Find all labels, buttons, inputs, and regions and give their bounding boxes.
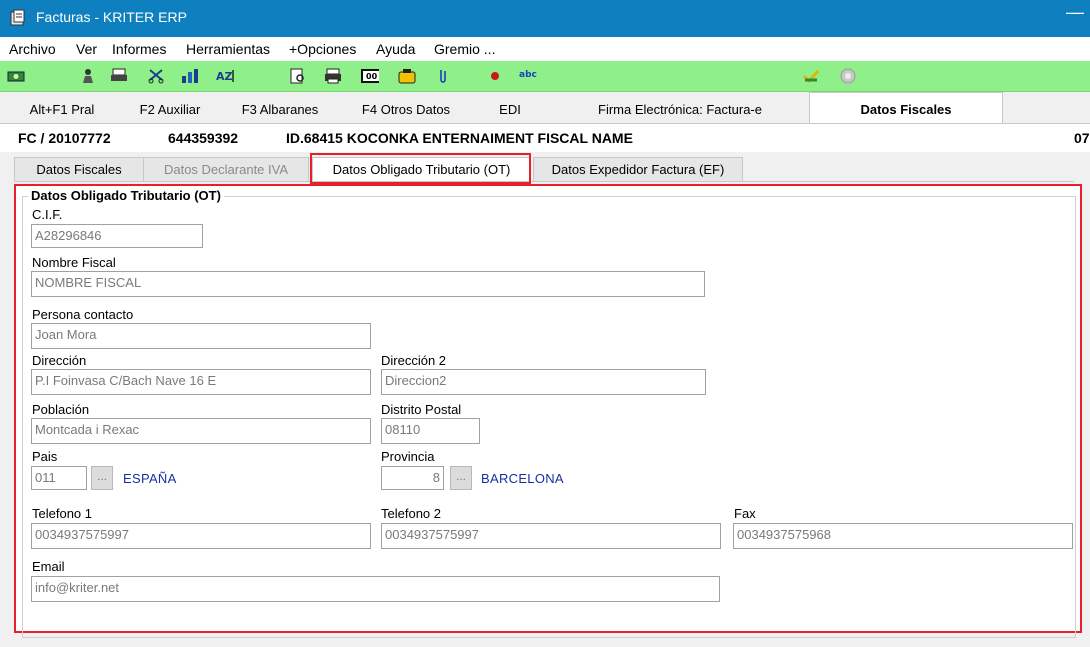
- user-icon[interactable]: [79, 67, 97, 85]
- sort-icon[interactable]: AZ: [216, 67, 234, 85]
- persona-contacto-field[interactable]: Joan Mora: [31, 323, 371, 349]
- pais-lookup-button[interactable]: ...: [91, 466, 113, 490]
- nombre-fiscal-label: Nombre Fiscal: [32, 255, 116, 270]
- preview-icon[interactable]: [289, 67, 307, 85]
- menu-ver[interactable]: Ver: [76, 41, 97, 57]
- email-field[interactable]: info@kriter.net: [31, 576, 720, 602]
- record-number: 644359392: [168, 130, 239, 146]
- subtab-divider: [14, 181, 1074, 182]
- distrito-postal-label: Distrito Postal: [381, 402, 462, 417]
- main-tabs: Alt+F1 Pral F2 Auxiliar F3 Albaranes F4 …: [0, 92, 1090, 124]
- tab-auxiliar[interactable]: F2 Auxiliar: [120, 95, 220, 122]
- telefono1-field[interactable]: 0034937575997: [31, 523, 371, 549]
- group-box: [22, 196, 1076, 638]
- provincia-code-field[interactable]: 8: [381, 466, 444, 490]
- menu-herramientas[interactable]: Herramientas: [186, 41, 270, 57]
- telefono2-field[interactable]: 0034937575997: [381, 523, 721, 549]
- subtab-datos-fiscales[interactable]: Datos Fiscales: [14, 157, 144, 182]
- svg-text:AZ: AZ: [216, 70, 233, 83]
- counter-icon[interactable]: 00: [361, 67, 379, 85]
- money-icon[interactable]: [7, 67, 25, 85]
- tab-otros-datos[interactable]: F4 Otros Datos: [350, 95, 462, 122]
- poblacion-field[interactable]: Montcada i Rexac: [31, 418, 371, 444]
- cif-label: C.I.F.: [32, 207, 63, 222]
- chart-icon[interactable]: [181, 67, 199, 85]
- provincia-lookup-button[interactable]: ...: [450, 466, 472, 490]
- record-icon[interactable]: [486, 67, 504, 85]
- subtab-declarante-iva[interactable]: Datos Declarante IVA: [143, 157, 309, 182]
- printer-icon[interactable]: [324, 67, 342, 85]
- menu-opciones[interactable]: +Opciones: [289, 41, 356, 57]
- tab-datos-fiscales[interactable]: Datos Fiscales: [809, 92, 1003, 123]
- pais-name: ESPAÑA: [123, 471, 177, 486]
- print-icon[interactable]: [110, 67, 128, 85]
- window-title: Facturas - KRITER ERP: [36, 9, 187, 25]
- record-header: FC / 20107772 644359392 ID.68415 KOCONKA…: [0, 124, 1090, 152]
- persona-contacto-label: Persona contacto: [32, 307, 134, 322]
- poblacion-label: Población: [32, 402, 90, 417]
- svg-text:abc: abc: [519, 70, 537, 80]
- approve-icon[interactable]: [802, 67, 820, 85]
- distrito-postal-field[interactable]: 08110: [381, 418, 480, 444]
- document-number: FC / 20107772: [18, 130, 111, 146]
- direccion-label: Dirección: [32, 353, 87, 368]
- menu-ayuda[interactable]: Ayuda: [376, 41, 415, 57]
- minimize-icon[interactable]: —: [1066, 2, 1084, 23]
- email-label: Email: [32, 559, 65, 574]
- spellcheck-icon[interactable]: abc: [518, 67, 544, 85]
- group-title: Datos Obligado Tributario (OT): [28, 188, 224, 203]
- subtab-expedidor-factura[interactable]: Datos Expedidor Factura (EF): [533, 157, 743, 182]
- tab-edi[interactable]: EDI: [480, 95, 540, 122]
- fax-label: Fax: [734, 506, 756, 521]
- tab-pral[interactable]: Alt+F1 Pral: [12, 95, 112, 122]
- cif-field[interactable]: A28296846: [31, 224, 203, 248]
- telefono1-label: Telefono 1: [32, 506, 92, 521]
- menu-informes[interactable]: Informes: [112, 41, 166, 57]
- tab-albaranes[interactable]: F3 Albaranes: [228, 95, 332, 122]
- refresh-icon[interactable]: [839, 67, 857, 85]
- menu-bar: Archivo Ver Informes Herramientas +Opcio…: [0, 37, 1090, 61]
- nombre-fiscal-field[interactable]: NOMBRE FISCAL: [31, 271, 705, 297]
- pais-code-field[interactable]: 011: [31, 466, 87, 490]
- svg-text:00: 00: [366, 72, 378, 81]
- direccion-field[interactable]: P.I Foinvasa C/Bach Nave 16 E: [31, 369, 371, 395]
- customer-name: ID.68415 KOCONKA ENTERNAIMENT FISCAL NAM…: [286, 130, 633, 146]
- direccion2-label: Dirección 2: [381, 353, 447, 368]
- tab-highlight-box: [310, 153, 531, 184]
- direccion2-field[interactable]: Direccion2: [381, 369, 706, 395]
- provincia-label: Provincia: [381, 449, 435, 464]
- telefono2-label: Telefono 2: [381, 506, 441, 521]
- phone-icon[interactable]: [398, 67, 416, 85]
- attach-icon[interactable]: [434, 67, 452, 85]
- scissors-icon[interactable]: [147, 67, 165, 85]
- record-suffix: 07: [1074, 130, 1090, 146]
- app-icon: [9, 9, 27, 27]
- menu-archivo[interactable]: Archivo: [9, 41, 56, 57]
- toolbar: AZ 00 abc: [0, 61, 1090, 92]
- title-bar: Facturas - KRITER ERP —: [0, 0, 1090, 37]
- provincia-name: BARCELONA: [481, 471, 564, 486]
- fax-field[interactable]: 0034937575968: [733, 523, 1073, 549]
- pais-label: Pais: [32, 449, 58, 464]
- menu-gremio[interactable]: Gremio ...: [434, 41, 495, 57]
- tab-firma-electronica[interactable]: Firma Electrónica: Factura-e: [580, 95, 780, 122]
